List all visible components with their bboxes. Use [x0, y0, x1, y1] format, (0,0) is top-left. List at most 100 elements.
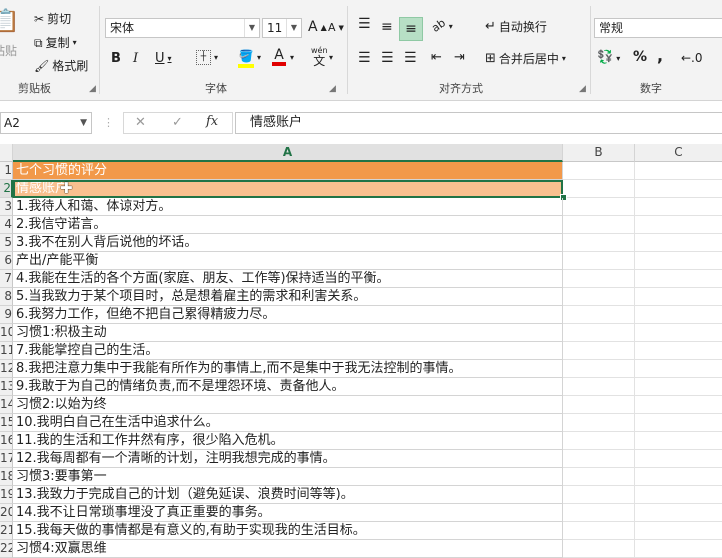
cell-b[interactable]: [563, 486, 635, 504]
merge-center-button[interactable]: ⊞ 合并后居中 ▾: [485, 50, 566, 67]
row-header[interactable]: 1: [0, 162, 13, 180]
cell-c[interactable]: [635, 288, 722, 306]
cell-a[interactable]: 七个习惯的评分: [13, 162, 563, 180]
increase-indent-button[interactable]: ⇥: [454, 50, 465, 66]
cell-b[interactable]: [563, 216, 635, 234]
select-all-corner[interactable]: [0, 144, 13, 162]
chevron-down-icon[interactable]: ▼: [80, 113, 87, 133]
cell-b[interactable]: [563, 252, 635, 270]
active-cell-a2[interactable]: 情感账户: [13, 180, 563, 198]
row-header[interactable]: 3: [0, 198, 13, 216]
row-header[interactable]: 15: [0, 414, 13, 432]
cell-c[interactable]: [635, 252, 722, 270]
cell-b[interactable]: [563, 432, 635, 450]
cell-b[interactable]: [563, 234, 635, 252]
cell-b[interactable]: [563, 180, 635, 198]
cell-c[interactable]: [635, 342, 722, 360]
cell-a[interactable]: 4.我能在生活的各个方面(家庭、朋友、工作等)保持适当的平衡。: [13, 270, 563, 288]
orientation-button[interactable]: ab ▾: [429, 16, 453, 35]
column-header-c[interactable]: C: [635, 144, 722, 162]
cell-a[interactable]: 8.我把注意力集中于我能有所作为的事情上,而不是集中于我无法控制的事情。: [13, 360, 563, 378]
column-header-b[interactable]: B: [563, 144, 635, 162]
row-header[interactable]: 12: [0, 360, 13, 378]
row-header[interactable]: 14: [0, 396, 13, 414]
cell-b[interactable]: [563, 540, 635, 558]
number-format-select[interactable]: 常规: [594, 18, 722, 38]
borders-button[interactable]: ┼ ▾: [196, 50, 218, 65]
cell-b[interactable]: [563, 378, 635, 396]
align-center-button[interactable]: ☰: [381, 50, 394, 66]
cell-c[interactable]: [635, 486, 722, 504]
cell-c[interactable]: [635, 360, 722, 378]
row-header[interactable]: 13: [0, 378, 13, 396]
comma-button[interactable]: ,: [657, 46, 663, 65]
cell-a[interactable]: 10.我明白自己在生活中追求什么。: [13, 414, 563, 432]
row-header[interactable]: 9: [0, 306, 13, 324]
cell-c[interactable]: [635, 468, 722, 486]
cell-b[interactable]: [563, 396, 635, 414]
cell-c[interactable]: [635, 432, 722, 450]
cell-c[interactable]: [635, 378, 722, 396]
cell-c[interactable]: [635, 270, 722, 288]
confirm-icon[interactable]: ✓: [172, 115, 183, 130]
dialog-launcher-icon[interactable]: ◢: [579, 84, 586, 94]
cell-c[interactable]: [635, 522, 722, 540]
cell-c[interactable]: [635, 216, 722, 234]
insert-function-icon[interactable]: fx: [206, 114, 218, 129]
cell-c[interactable]: [635, 198, 722, 216]
row-header[interactable]: 17: [0, 450, 13, 468]
grow-font-button[interactable]: A ▲: [308, 19, 327, 35]
font-color-button[interactable]: A: [272, 48, 286, 66]
cell-c[interactable]: [635, 450, 722, 468]
italic-button[interactable]: I: [133, 51, 138, 66]
row-header[interactable]: 5: [0, 234, 13, 252]
cell-a[interactable]: 12.我每周都有一个清晰的计划，注明我想完成的事情。: [13, 450, 563, 468]
row-header[interactable]: 19: [0, 486, 13, 504]
align-right-button[interactable]: ☰: [404, 50, 417, 66]
cell-a[interactable]: 习惯1:积极主动: [13, 324, 563, 342]
decrease-indent-button[interactable]: ⇤: [431, 50, 442, 66]
underline-button[interactable]: U ▾: [155, 51, 172, 66]
cell-a[interactable]: 15.我每天做的事情都是有意义的,有助于实现我的生活目标。: [13, 522, 563, 540]
align-left-button[interactable]: ☰: [358, 50, 371, 66]
dialog-launcher-icon[interactable]: ◢: [89, 84, 96, 94]
align-bottom-button[interactable]: ≡: [399, 17, 423, 41]
cell-a[interactable]: 5.当我致力于某个项目时，总是想着雇主的需求和利害关系。: [13, 288, 563, 306]
formula-input[interactable]: 情感账户: [235, 112, 722, 134]
row-header[interactable]: 20: [0, 504, 13, 522]
accounting-format-button[interactable]: 💱 ▾: [597, 50, 620, 66]
paste-button[interactable]: 📋 粘贴: [0, 11, 19, 59]
cell-c[interactable]: [635, 180, 722, 198]
align-middle-button[interactable]: ≡: [381, 19, 393, 35]
cell-a[interactable]: 9.我敢于为自己的情绪负责,而不是埋怨环境、责备他人。: [13, 378, 563, 396]
cell-c[interactable]: [635, 324, 722, 342]
name-box[interactable]: A2 ▼: [0, 112, 92, 134]
cancel-icon[interactable]: ✕: [135, 115, 146, 130]
cell-a[interactable]: 7.我能掌控自己的生活。: [13, 342, 563, 360]
cell-a[interactable]: 1.我待人和蔼、体谅对方。: [13, 198, 563, 216]
wrap-text-button[interactable]: ↵ 自动换行: [485, 18, 547, 35]
cell-a[interactable]: 习惯4:双赢思维: [13, 540, 563, 558]
cell-b[interactable]: [563, 270, 635, 288]
row-header[interactable]: 21: [0, 522, 13, 540]
cell-b[interactable]: [563, 162, 635, 180]
copy-button[interactable]: ⧉ 复制 ▾: [34, 34, 77, 51]
cell-a[interactable]: 3.我不在别人背后说他的坏话。: [13, 234, 563, 252]
phonetic-button[interactable]: wén 文: [311, 46, 328, 68]
row-header[interactable]: 16: [0, 432, 13, 450]
row-header[interactable]: 22: [0, 540, 13, 558]
cell-c[interactable]: [635, 306, 722, 324]
cell-a[interactable]: 6.我努力工作，但绝不把自己累得精疲力尽。: [13, 306, 563, 324]
column-header-a[interactable]: A: [13, 144, 563, 162]
increase-decimal-button[interactable]: ←.0: [681, 50, 703, 66]
cell-a[interactable]: 14.我不让日常琐事埋没了真正重要的事务。: [13, 504, 563, 522]
dialog-launcher-icon[interactable]: ◢: [329, 84, 336, 94]
percent-button[interactable]: %: [633, 49, 647, 65]
shrink-font-button[interactable]: A ▼: [328, 21, 344, 34]
cell-a[interactable]: 习惯3:要事第一: [13, 468, 563, 486]
align-top-button[interactable]: ☰: [358, 16, 371, 32]
cell-c[interactable]: [635, 162, 722, 180]
cell-b[interactable]: [563, 468, 635, 486]
row-header[interactable]: 8: [0, 288, 13, 306]
row-header[interactable]: 2: [0, 180, 13, 198]
